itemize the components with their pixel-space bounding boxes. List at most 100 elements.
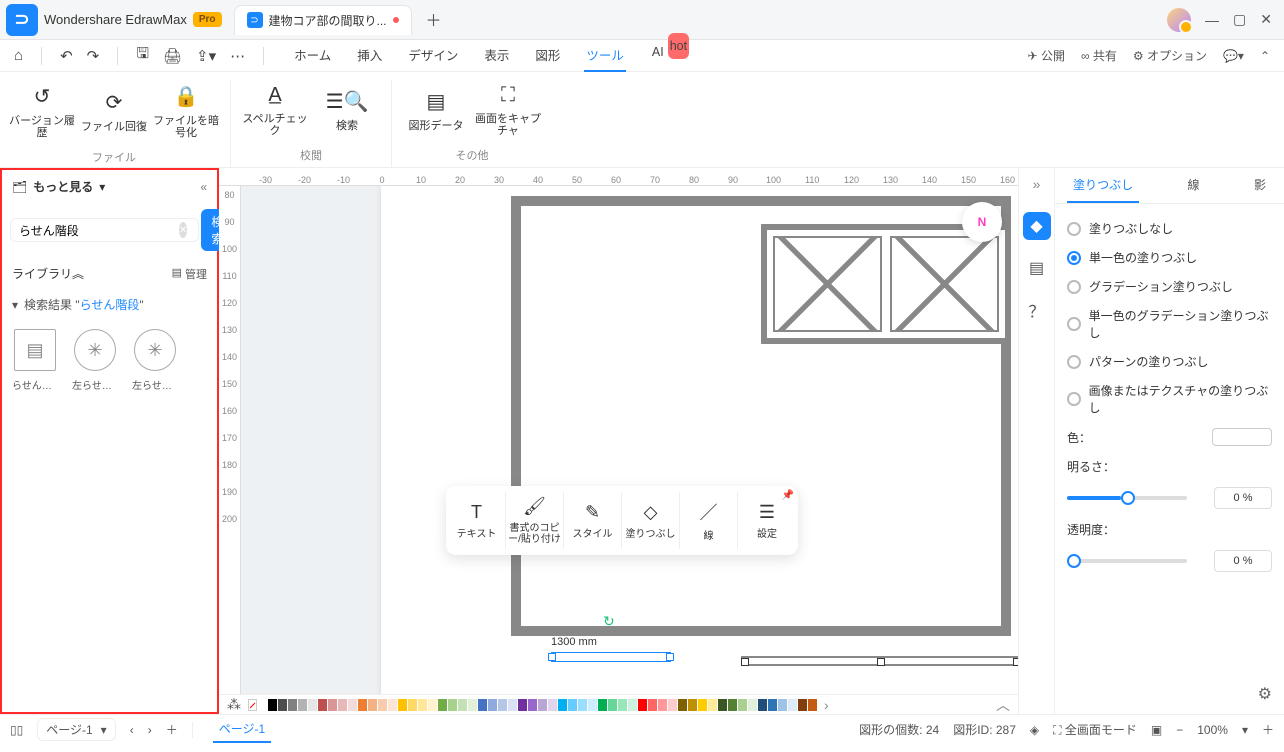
close-button[interactable]: ✕ [1260,11,1272,28]
radio-solid[interactable]: 単一色の塗りつぶし [1067,249,1272,266]
layout-toggle-icon[interactable]: ▯▯ [10,723,23,737]
color-swatch[interactable] [398,699,407,711]
radio-single-gradient[interactable]: 単一色のグラデーション塗りつぶし [1067,307,1272,341]
color-swatch[interactable] [678,699,687,711]
brightness-slider[interactable] [1067,496,1187,500]
radio-pattern[interactable]: パターンの塗りつぶし [1067,353,1272,370]
color-swatch[interactable] [378,699,387,711]
minimize-button[interactable]: — [1205,12,1219,28]
color-swatch[interactable] [648,699,657,711]
result-chevron-icon[interactable]: ▾ [12,298,18,312]
color-swatch[interactable] [358,699,367,711]
color-swatch[interactable] [668,699,677,711]
manage-button[interactable]: ▤管理 [172,266,207,282]
version-history-button[interactable]: ↺バージョン履歴 [6,80,78,143]
color-swatch[interactable] [738,699,747,711]
more-button[interactable]: ⋯ [230,47,245,65]
color-swatch[interactable] [638,699,647,711]
color-swatch[interactable] [298,699,307,711]
add-page-button[interactable]: ＋ [166,721,178,738]
redo-button[interactable]: ↷ [87,47,100,65]
ai-assistant-button[interactable]: N [962,202,1002,242]
menu-tool[interactable]: ツール [584,39,626,72]
prop-settings-icon[interactable]: ⚙ [1258,684,1272,704]
color-swatch[interactable] [388,699,397,711]
stencil-item[interactable]: ✳左らせん… [132,329,178,392]
color-swatch[interactable] [728,699,737,711]
color-swatch[interactable] [618,699,627,711]
canvas-page[interactable]: ↻ 1300 mm [381,186,1018,694]
color-swatch[interactable] [458,699,467,711]
color-swatch[interactable] [448,699,457,711]
menu-shape[interactable]: 図形 [533,39,562,72]
color-swatch[interactable] [438,699,447,711]
color-swatch[interactable] [428,699,437,711]
radio-image[interactable]: 画像またはテクスチャの塗りつぶし [1067,382,1272,416]
rail-page-icon[interactable]: ▤ [1023,254,1051,282]
color-swatch[interactable] [768,699,777,711]
print-button[interactable]: 🖨 [163,47,182,65]
selected-shape[interactable] [551,652,671,662]
radio-none[interactable]: 塗りつぶしなし [1067,220,1272,237]
color-swatch[interactable] [338,699,347,711]
color-swatch[interactable] [288,699,297,711]
opacity-value[interactable]: 0 % [1214,550,1272,572]
eyedropper-button[interactable]: ⁂ [227,696,241,713]
collapse-ribbon-button[interactable]: ⌃ [1260,49,1270,63]
export-button[interactable]: ⇪▾ [196,47,216,65]
color-swatch[interactable] [528,699,537,711]
color-swatch[interactable] [318,699,327,711]
color-swatch[interactable] [478,699,487,711]
color-swatch[interactable] [558,699,567,711]
color-swatch[interactable] [518,699,527,711]
layers-icon[interactable]: ◈ [1030,723,1039,737]
menu-view[interactable]: 表示 [482,39,511,72]
color-swatch[interactable] [788,699,797,711]
encrypt-button[interactable]: 🔒ファイルを暗号化 [150,80,222,143]
window-group-shape[interactable] [761,224,1011,344]
zoom-level[interactable]: 100% [1197,723,1228,737]
color-swatch[interactable] [718,699,727,711]
prev-page-button[interactable]: ‹ [130,723,134,737]
stencil-item[interactable]: ▤らせん階… [12,329,58,392]
color-swatch[interactable] [348,699,357,711]
spellcheck-button[interactable]: A̲スペルチェック [239,80,311,141]
float-format-button[interactable]: 🖌書式のコピー/貼り付け [506,492,564,549]
color-swatch[interactable] [578,699,587,711]
share-button[interactable]: ∞ 共有 [1081,47,1117,64]
color-swatch[interactable] [328,699,337,711]
menu-insert[interactable]: 挿入 [355,39,384,72]
color-swatch[interactable] [778,699,787,711]
canvas-stage[interactable]: ↻ 1300 mm N 📌 Tテキスト 🖌書式のコピー/貼り付け ✎スタイル ◇… [241,186,1018,694]
file-recover-button[interactable]: ⟳ファイル回復 [78,80,150,143]
zoom-out-button[interactable]: − [1176,723,1183,737]
color-swatch[interactable] [598,699,607,711]
float-style-button[interactable]: ✎スタイル [564,492,622,549]
radio-gradient[interactable]: グラデーション塗りつぶし [1067,278,1272,295]
color-swatch-picker[interactable] [1212,428,1272,446]
color-swatch[interactable] [628,699,637,711]
rotate-handle-icon[interactable]: ↻ [603,613,615,630]
menu-home[interactable]: ホーム [292,39,333,72]
proptab-fill[interactable]: 塗りつぶし [1067,168,1139,203]
floorplan-shape[interactable] [511,196,1011,636]
color-swatch[interactable] [698,699,707,711]
color-scroll-icon[interactable]: › [824,697,829,713]
color-swatch[interactable] [658,699,667,711]
options-button[interactable]: ⚙ オプション [1133,47,1207,64]
color-swatch[interactable] [538,699,547,711]
fit-button[interactable]: ▣ [1151,723,1162,737]
shapedata-button[interactable]: ▤図形データ [400,80,472,141]
stencil-item[interactable]: ✳左らせん… [72,329,118,392]
more-dropdown-icon[interactable]: ▾ [99,180,105,194]
page-selector[interactable]: ページ-1▾ [37,718,115,741]
collapse-sidepane-button[interactable]: « [200,180,207,194]
stencil-search-input[interactable] [10,218,199,242]
color-swatch[interactable] [748,699,757,711]
page-tab[interactable]: ページ-1 [213,716,271,743]
color-swatch[interactable] [408,699,417,711]
brightness-value[interactable]: 0 % [1214,487,1272,509]
color-swatch[interactable] [308,699,317,711]
more-see[interactable]: もっと見る [33,178,93,195]
rail-help-icon[interactable]: ？ [1023,296,1051,324]
